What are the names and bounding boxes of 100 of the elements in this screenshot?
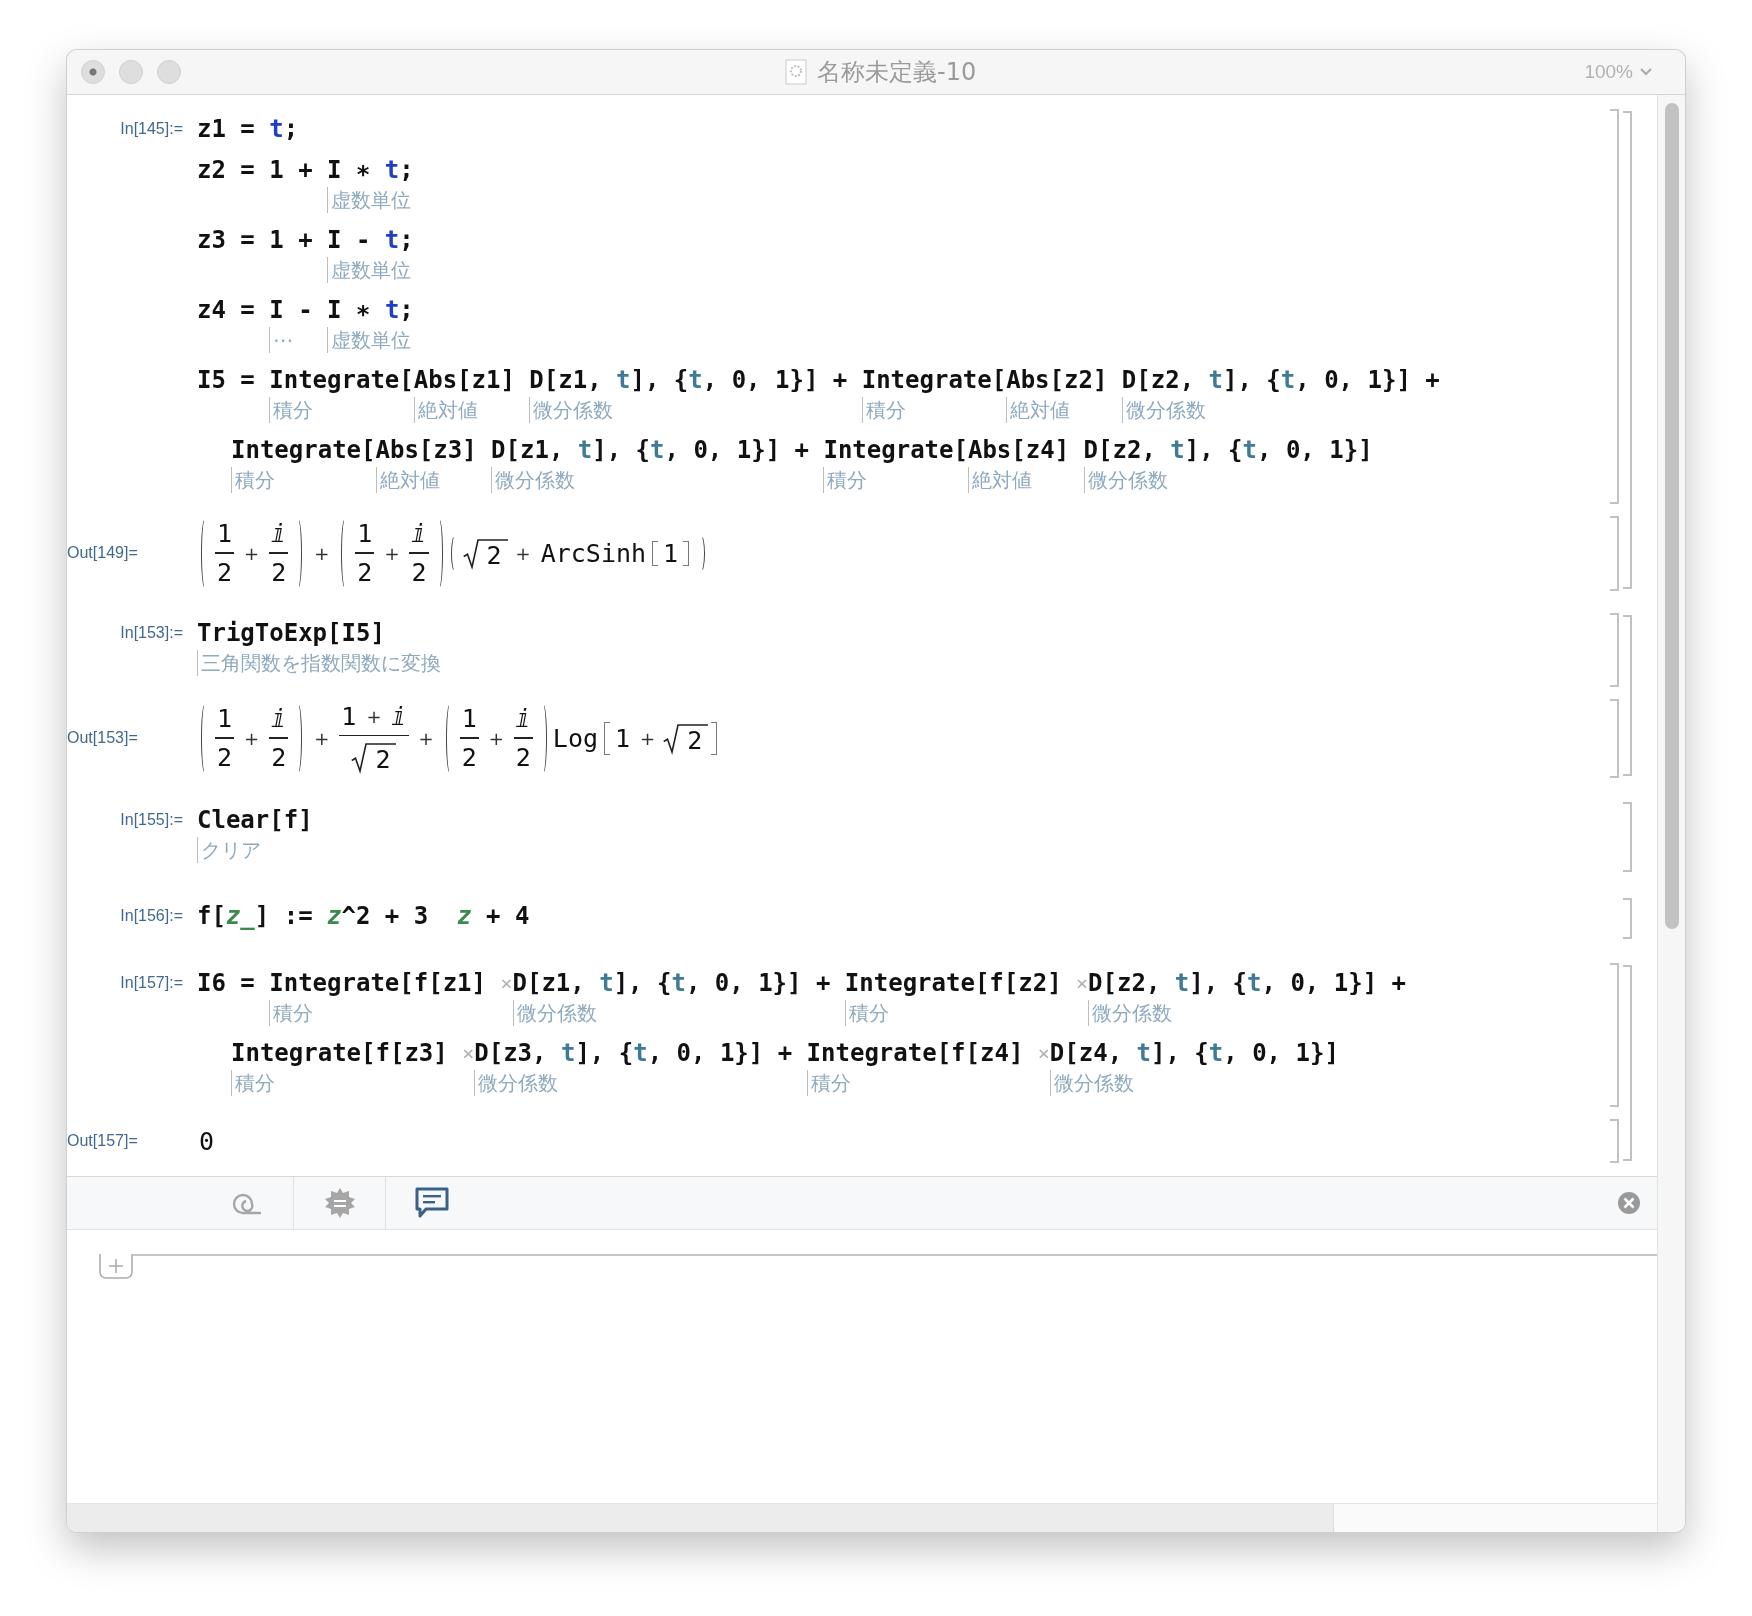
math-operator: + <box>365 704 383 729</box>
code-text: t <box>269 115 284 143</box>
cell-bracket[interactable] <box>1610 963 1619 1107</box>
code-text: t <box>577 436 593 464</box>
usage-hint[interactable]: 積分 <box>861 397 906 423</box>
code-text: ∗ <box>354 296 372 324</box>
usage-hint[interactable]: 三角関数を指数関数に変換 <box>197 649 441 676</box>
code-text: ^2 + 3 <box>341 902 430 930</box>
code-text: z3 = 1 + <box>197 226 314 254</box>
math-text: 2 <box>374 744 392 776</box>
code-text: t <box>633 1039 648 1067</box>
code-text: × <box>1037 1041 1050 1065</box>
usage-hint[interactable]: 絶対値 <box>1006 397 1071 423</box>
code-text: ], { <box>613 969 672 997</box>
document-icon <box>785 59 808 85</box>
usage-hint[interactable]: 積分 <box>844 1000 889 1026</box>
scrollbar-thumb[interactable] <box>1664 103 1679 929</box>
usage-hint[interactable]: 虚数単位 <box>327 327 412 353</box>
cell-bracket[interactable] <box>1610 1119 1619 1163</box>
code-text: ], { <box>1184 436 1243 464</box>
usage-hint[interactable]: 虚数単位 <box>327 187 412 213</box>
scrollbar-thumb[interactable] <box>67 1504 1334 1532</box>
vertical-scrollbar[interactable] <box>1657 95 1685 1532</box>
code-text: ], { <box>575 1039 634 1067</box>
usage-hint[interactable]: 微分係数 <box>491 467 576 493</box>
horizontal-scrollbar[interactable] <box>67 1503 1657 1532</box>
usage-hint[interactable]: 積分 <box>269 397 314 423</box>
code-text: D <box>1121 366 1137 394</box>
code-text: Abs <box>375 436 419 464</box>
math-text: 1 <box>356 518 374 550</box>
code-text: t <box>688 366 703 394</box>
usage-hint[interactable]: 絶対値 <box>375 467 440 493</box>
cell-bracket[interactable] <box>1623 898 1632 939</box>
usage-hint[interactable]: 微分係数 <box>1121 397 1206 423</box>
code-text: [z2, <box>1102 969 1162 997</box>
zoom-menu[interactable]: 100% <box>1580 59 1657 85</box>
code-text: [z1, <box>505 436 565 464</box>
cell-bracket[interactable] <box>1610 109 1619 504</box>
code-text: Integrate <box>861 366 992 394</box>
code-text: [f[z4] <box>936 1039 1025 1067</box>
code-text: Abs <box>413 366 458 394</box>
code-text: Integrate <box>269 969 400 997</box>
code-text: × <box>500 971 513 995</box>
usage-hint[interactable]: 微分係数 <box>529 397 614 423</box>
code-text: [f] <box>269 806 313 834</box>
math-operator: + <box>313 542 331 564</box>
usage-hint[interactable]: 積分 <box>806 1070 851 1096</box>
cell-bracket[interactable] <box>1623 111 1632 589</box>
usage-hint[interactable]: ⋯ <box>269 327 294 353</box>
cell-bracket[interactable] <box>1610 698 1619 778</box>
code-text: ], { <box>1223 366 1281 394</box>
cell-bracket[interactable] <box>1623 614 1632 776</box>
cell-bracket[interactable] <box>1610 612 1619 687</box>
usage-hint[interactable]: 絶対値 <box>413 397 478 423</box>
close-button[interactable] <box>1617 1191 1641 1215</box>
code-text: z <box>327 902 342 930</box>
code-text: , 0, 1}] + <box>1295 366 1440 394</box>
code-text: t <box>384 226 400 254</box>
code-text: t <box>1208 1039 1224 1067</box>
window-button[interactable] <box>81 60 105 84</box>
cell-bracket[interactable] <box>1610 516 1619 591</box>
code-text: I6 = <box>197 969 256 997</box>
usage-hint[interactable]: 微分係数 <box>1088 1000 1173 1026</box>
add-icon[interactable] <box>99 1254 133 1280</box>
code-text: [f[z1] <box>399 969 487 997</box>
code-text: I5 = <box>197 366 256 394</box>
usage-hint[interactable]: クリア <box>197 837 261 863</box>
code-text: [z1, <box>543 366 603 394</box>
code-text: t <box>671 969 686 997</box>
cell-label: Out[149]= <box>67 543 139 564</box>
code-text: t <box>616 366 631 394</box>
usage-hint[interactable]: 微分係数 <box>1049 1070 1134 1096</box>
usage-hint[interactable]: 積分 <box>823 467 868 493</box>
code-text: [z4] <box>1011 436 1071 464</box>
code-text: Integrate <box>231 1039 362 1067</box>
code-text: Integrate <box>231 436 362 464</box>
code-text: , 0, 1}] <box>1223 1039 1339 1067</box>
cell-bracket[interactable] <box>1623 802 1632 872</box>
code-text: t <box>384 156 400 184</box>
usage-hint[interactable]: 絶対値 <box>967 467 1032 493</box>
code-text: × <box>462 1041 475 1065</box>
usage-hint[interactable]: 微分係数 <box>512 1000 597 1026</box>
code-text: Abs <box>967 436 1012 464</box>
code-text: , 0, 1}] + <box>702 366 849 394</box>
code-text: z <box>457 902 472 930</box>
usage-hint[interactable]: 積分 <box>231 1070 275 1096</box>
code-text: , 0, 1}] + <box>1261 969 1406 997</box>
usage-hint[interactable]: 微分係数 <box>474 1070 559 1096</box>
usage-hint[interactable]: 積分 <box>231 467 275 493</box>
code-text: t <box>1247 969 1262 997</box>
usage-hint[interactable]: 積分 <box>269 1000 314 1026</box>
code-text: , 0, 1}] <box>1257 436 1373 464</box>
math-text: ⅈ <box>270 703 288 735</box>
usage-hint[interactable]: 虚数単位 <box>327 257 412 283</box>
code-text: D <box>512 969 527 997</box>
math-text: 1 <box>662 538 680 568</box>
bracket <box>604 721 610 755</box>
cell-bracket[interactable] <box>1623 965 1632 1161</box>
usage-hint[interactable]: 微分係数 <box>1083 467 1168 493</box>
math-text: 1 <box>216 518 234 550</box>
